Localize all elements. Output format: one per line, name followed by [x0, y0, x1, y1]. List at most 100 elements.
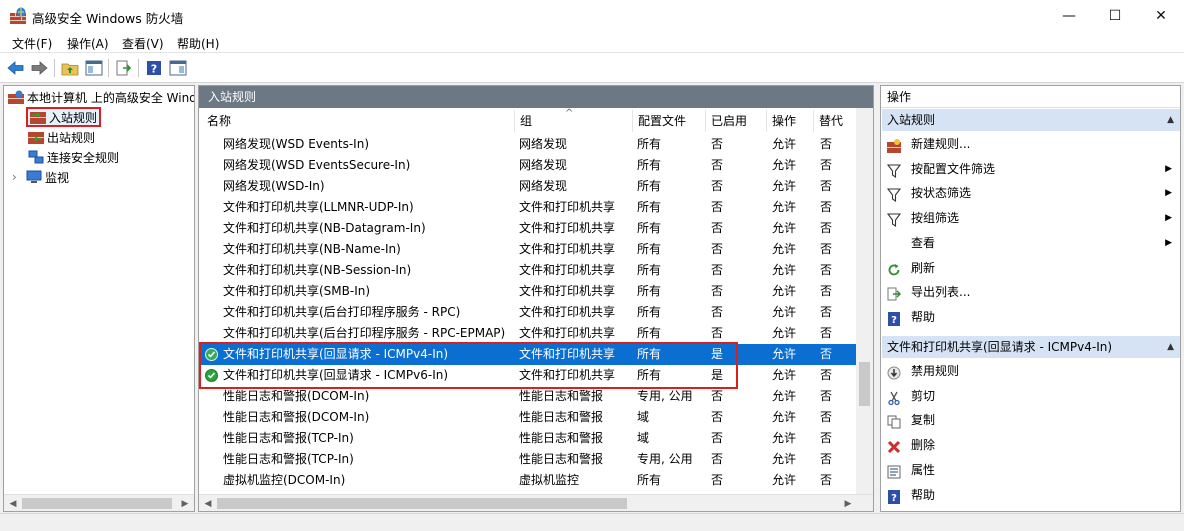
table-row[interactable]: 文件和打印机共享(LLMNR-UDP-In) 文件和打印机共享 所有 否 允许 否 — [199, 197, 857, 218]
table-row[interactable]: 文件和打印机共享(回显请求 - ICMPv4-In) 文件和打印机共享 所有 是 允许 否 — [199, 344, 857, 365]
tree-item-label: 连接安全规则 — [47, 150, 120, 165]
scroll-left-icon[interactable]: ◀ — [5, 496, 21, 511]
cell-enabled: 否 — [711, 431, 724, 445]
action-item[interactable]: 新建规则... — [881, 132, 1180, 156]
table-row[interactable]: 性能日志和警报(DCOM-In) 性能日志和警报 域 否 允许 否 — [199, 407, 857, 428]
cell-group: 虚拟机监控 — [519, 473, 580, 487]
tree-item-label: 入站规则 — [49, 110, 98, 125]
action-item[interactable]: 按配置文件筛选 ▶ — [881, 157, 1180, 181]
show-hide-tree-button[interactable] — [84, 58, 104, 78]
table-row[interactable]: 虚拟机监控(DCOM-In) 虚拟机监控 所有 否 允许 否 — [199, 470, 857, 491]
cell-action: 允许 — [772, 389, 797, 403]
export-list-button[interactable] — [114, 58, 134, 78]
cell-group: 网络发现 — [519, 158, 568, 172]
table-row[interactable]: 网络发现(WSD EventsSecure-In) 网络发现 所有 否 允许 否 — [199, 155, 857, 176]
action-item[interactable]: 导出列表... — [881, 280, 1180, 304]
action-item[interactable]: 属性 — [881, 458, 1180, 482]
maximize-button[interactable]: ☐ — [1092, 0, 1138, 31]
tree-item-connection-security[interactable]: 连接安全规则 — [28, 147, 119, 167]
collapse-icon[interactable]: ▲ — [1167, 336, 1174, 358]
action-item[interactable]: 按状态筛选 ▶ — [881, 181, 1180, 205]
tree-item-inbound-rules[interactable]: 入站规则 — [26, 107, 102, 127]
action-label: 删除 — [911, 438, 936, 453]
table-row[interactable]: 网络发现(WSD Events-In) 网络发现 所有 否 允许 否 — [199, 134, 857, 155]
cell-profile: 所有 — [637, 263, 662, 277]
action-item[interactable]: 禁用规则 — [881, 359, 1180, 383]
action-item[interactable]: 按组筛选 ▶ — [881, 206, 1180, 230]
action-item[interactable]: 剪切 — [881, 384, 1180, 408]
cell-enabled: 否 — [711, 137, 724, 151]
column-header-group[interactable]: 组 — [515, 110, 633, 132]
up-folder-button[interactable] — [60, 58, 80, 78]
action-item[interactable]: ? 帮助 — [881, 483, 1180, 507]
table-row[interactable]: 文件和打印机共享(NB-Session-In) 文件和打印机共享 所有 否 允许 否 — [199, 260, 857, 281]
help-button[interactable]: ? — [144, 58, 164, 78]
cell-enabled: 否 — [711, 410, 724, 424]
menu-file[interactable]: 文件(F) — [12, 35, 52, 52]
toolbar-separator — [108, 59, 109, 77]
table-row[interactable]: 网络发现(WSD-In) 网络发现 所有 否 允许 否 — [199, 176, 857, 197]
minimize-button[interactable]: — — [1046, 0, 1092, 31]
action-item[interactable]: 刷新 — [881, 256, 1180, 280]
column-header-profile[interactable]: 配置文件 — [633, 110, 706, 132]
tree-item-label: 出站规则 — [47, 130, 96, 145]
scroll-left-icon[interactable]: ◀ — [200, 496, 216, 511]
close-button[interactable]: ✕ — [1138, 0, 1184, 31]
table-row[interactable]: 文件和打印机共享(回显请求 - ICMPv6-In) 文件和打印机共享 所有 是 允许 否 — [199, 365, 857, 386]
forward-arrow-icon — [31, 61, 48, 75]
cell-enabled: 否 — [711, 326, 724, 340]
action-item[interactable]: 删除 — [881, 433, 1180, 457]
column-header-enabled[interactable]: 已启用 — [706, 110, 767, 132]
filter-icon — [886, 211, 902, 228]
cell-profile: 所有 — [637, 326, 662, 340]
back-button[interactable] — [6, 58, 26, 78]
tree-expander-icon[interactable]: › — [12, 170, 26, 184]
navigation-tree: 本地计算机 上的高级安全 Windows 防火墙 入站规则 出站规则 连接安全规… — [3, 85, 195, 512]
scroll-thumb[interactable] — [22, 498, 172, 509]
list-vertical-scrollbar[interactable] — [856, 108, 873, 496]
table-row[interactable]: 文件和打印机共享(SMB-In) 文件和打印机共享 所有 否 允许 否 — [199, 281, 857, 302]
cell-action: 允许 — [772, 368, 797, 382]
table-row[interactable]: 文件和打印机共享(NB-Datagram-In) 文件和打印机共享 所有 否 允许 否 — [199, 218, 857, 239]
scroll-thumb[interactable] — [859, 362, 870, 406]
table-row[interactable]: 文件和打印机共享(后台打印程序服务 - RPC-EPMAP) 文件和打印机共享 所有… — [199, 323, 857, 344]
list-horizontal-scrollbar[interactable]: ◀ ▶ — [199, 494, 873, 511]
tree-item-monitoring[interactable]: › 监视 — [12, 167, 69, 187]
cell-action: 允许 — [772, 179, 797, 193]
cell-name: 网络发现(WSD-In) — [223, 179, 325, 193]
menu-view[interactable]: 查看(V) — [122, 35, 164, 52]
menu-help[interactable]: 帮助(H) — [177, 35, 219, 52]
scroll-right-icon[interactable]: ▶ — [840, 496, 856, 511]
action-item[interactable]: ? 帮助 — [881, 305, 1180, 329]
column-header-name[interactable]: 名称 — [202, 110, 515, 132]
forward-button[interactable] — [29, 58, 49, 78]
table-row[interactable]: 文件和打印机共享(NB-Name-In) 文件和打印机共享 所有 否 允许 否 — [199, 239, 857, 260]
scroll-thumb[interactable] — [217, 498, 627, 509]
column-header-action[interactable]: 操作 — [767, 110, 814, 132]
tree-root[interactable]: 本地计算机 上的高级安全 Windows 防火墙 — [8, 87, 194, 107]
actions-section-selected-rule[interactable]: 文件和打印机共享(回显请求 - ICMPv4-In) ▲ — [882, 336, 1180, 358]
action-label: 刷新 — [911, 260, 936, 275]
folder-up-icon — [61, 63, 79, 76]
action-item[interactable]: 复制 — [881, 408, 1180, 432]
action-item[interactable]: 查看 ▶ — [881, 231, 1180, 255]
action-pane-button[interactable] — [168, 58, 188, 78]
table-row[interactable]: 性能日志和警报(TCP-In) 性能日志和警报 域 否 允许 否 — [199, 428, 857, 449]
menu-action[interactable]: 操作(A) — [67, 35, 109, 52]
tree-item-outbound-rules[interactable]: 出站规则 — [28, 127, 95, 147]
firewall-icon — [8, 90, 24, 104]
tree-horizontal-scrollbar[interactable]: ◀ ▶ — [4, 494, 194, 511]
table-row[interactable]: 性能日志和警报(DCOM-In) 性能日志和警报 专用, 公用 否 允许 否 — [199, 386, 857, 407]
table-row[interactable]: 性能日志和警报(TCP-In) 性能日志和警报 专用, 公用 否 允许 否 — [199, 449, 857, 470]
table-row[interactable]: 文件和打印机共享(后台打印程序服务 - RPC) 文件和打印机共享 所有 否 允许 否 — [199, 302, 857, 323]
action-label: 属性 — [911, 462, 936, 477]
actions-section-inbound[interactable]: 入站规则 ▲ — [882, 109, 1180, 131]
cell-group: 网络发现 — [519, 179, 568, 193]
action-label: 按配置文件筛选 — [911, 161, 996, 176]
cell-profile: 所有 — [637, 305, 662, 319]
cell-name: 文件和打印机共享(后台打印程序服务 - RPC) — [223, 305, 461, 319]
cell-group: 性能日志和警报 — [519, 431, 604, 445]
scroll-right-icon[interactable]: ▶ — [177, 496, 193, 511]
column-header-override[interactable]: 替代 — [814, 110, 857, 132]
collapse-icon[interactable]: ▲ — [1167, 109, 1174, 131]
